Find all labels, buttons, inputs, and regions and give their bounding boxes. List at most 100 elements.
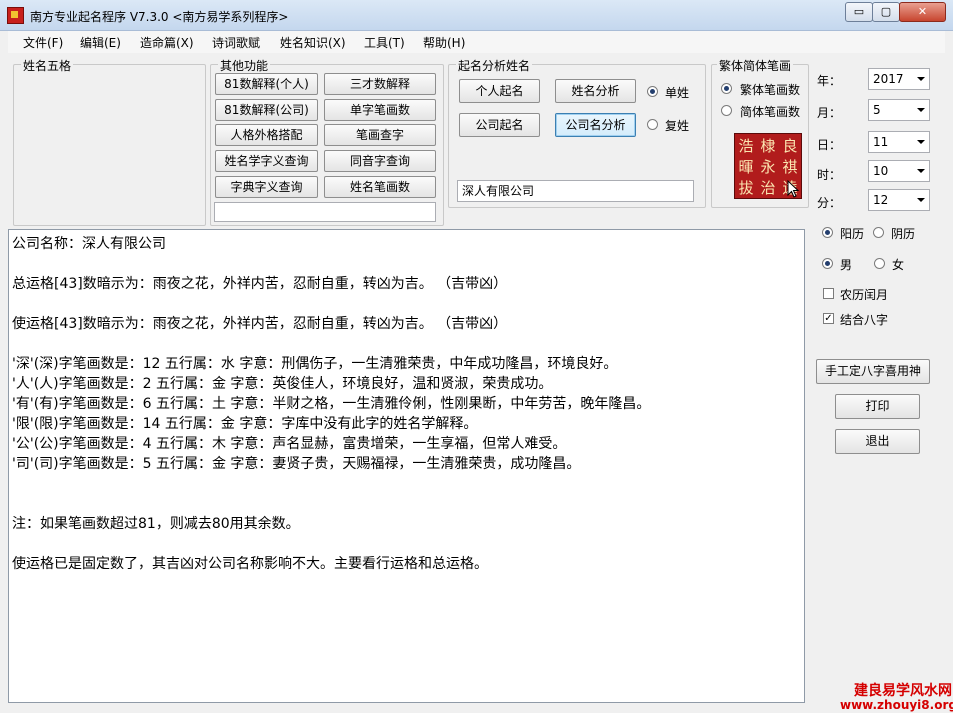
result-text-area[interactable]: 公司名称：深人有限公司 总运格[43]数暗示为：雨夜之花，外祥内苦，忍耐自重，转… [8, 229, 805, 703]
calligraphy-char: 浩 [738, 137, 754, 155]
btn-sancai[interactable]: 三才数解释 [324, 73, 436, 95]
result-line: 注：如果笔画数超过81，则减去80用其余数。 [12, 516, 300, 532]
hour-select[interactable]: 10 [868, 160, 930, 182]
close-button[interactable]: ✕ [899, 2, 946, 22]
traditional-strokes-label: 繁体笔画数 [740, 83, 801, 97]
result-line: '司'(司)字笔画数是：5 五行属：金 字意：妻贤子贵，天赐福禄，一生清雅荣贵，… [12, 456, 581, 472]
name-input[interactable]: 深人有限公司 [457, 180, 694, 202]
lunar-leap-checkbox[interactable] [823, 288, 834, 299]
stroke-type-title: 繁体简体笔画 [717, 57, 794, 74]
menu-file[interactable]: 文件(F) [23, 34, 63, 51]
chevron-down-icon [917, 108, 925, 112]
male-radio[interactable] [822, 258, 833, 269]
menu-help[interactable]: 帮助(H) [423, 34, 465, 51]
combine-bazi-label: 结合八字 [840, 313, 889, 327]
chevron-down-icon [917, 198, 925, 202]
btn-81-company[interactable]: 81数解释(公司) [215, 99, 318, 121]
minute-value: 12 [873, 193, 889, 207]
hour-value: 10 [873, 164, 889, 178]
minimize-button[interactable]: ▭ [845, 2, 873, 22]
day-label: 日： [817, 138, 842, 152]
minute-label: 分： [817, 196, 842, 210]
year-value: 2017 [873, 72, 904, 86]
name-wuge-group [13, 64, 206, 226]
result-line: '公'(公)字笔画数是：4 五行属：木 字意：声名显赫，富贵增荣，一生享福，但常… [12, 436, 567, 452]
name-analysis-button[interactable]: 姓名分析 [555, 79, 636, 103]
calligraphy-char: 拔 [738, 179, 754, 197]
btn-81-personal[interactable]: 81数解释(个人) [215, 73, 318, 95]
chevron-down-icon [917, 77, 925, 81]
btn-name-meaning[interactable]: 姓名学字义查询 [215, 150, 318, 172]
btn-single-char-strokes[interactable]: 单字笔画数 [324, 99, 436, 121]
mouse-cursor-icon [787, 180, 800, 198]
day-value: 11 [873, 135, 889, 149]
compound-surname-radio[interactable] [647, 119, 658, 130]
calligraphy-char: 永 [760, 158, 776, 176]
restore-button[interactable]: ▢ [872, 2, 900, 22]
lunar-calendar-radio[interactable] [873, 227, 884, 238]
btn-renge-waige[interactable]: 人格外格搭配 [215, 124, 318, 146]
company-naming-button[interactable]: 公司起名 [459, 113, 540, 137]
manual-bazi-button[interactable]: 手工定八字喜用神 [816, 359, 930, 384]
menu-poetry[interactable]: 诗词歌赋 [212, 34, 260, 51]
analysis-title: 起名分析姓名 [456, 57, 533, 74]
single-surname-label: 单姓 [665, 86, 690, 100]
solar-calendar-radio[interactable] [822, 227, 833, 238]
watermark-line1: 建良易学风水网 [854, 683, 952, 699]
compound-surname-label: 复姓 [665, 119, 690, 133]
result-line: 总运格[43]数暗示为：雨夜之花，外祥内苦，忍耐自重，转凶为吉。 （吉带凶） [12, 276, 508, 292]
male-label: 男 [840, 258, 853, 272]
calligraphy-char: 良 [782, 137, 798, 155]
traditional-strokes-radio[interactable] [721, 83, 732, 94]
watermark: 建良易学风水网 www.zhouyi8.org [840, 683, 953, 712]
watermark-line2: www.zhouyi8.org [840, 698, 953, 712]
simplified-strokes-label: 简体笔画数 [740, 105, 801, 119]
print-button[interactable]: 打印 [835, 394, 920, 419]
menu-destiny[interactable]: 造命篇(X) [140, 34, 194, 51]
exit-button[interactable]: 退出 [835, 429, 920, 454]
month-value: 5 [873, 103, 881, 117]
btn-name-strokes[interactable]: 姓名笔画数 [324, 176, 436, 198]
month-label: 月： [817, 106, 842, 120]
result-line: '人'(人)字笔画数是：2 五行属：金 字意：英俊佳人，环境良好，温和贤淑，荣贵… [12, 376, 553, 392]
minute-select[interactable]: 12 [868, 189, 930, 211]
year-label: 年： [817, 74, 842, 88]
result-line: '有'(有)字笔画数是：6 五行属：土 字意：半财之格，一生清雅伶俐，性刚果断，… [12, 396, 651, 412]
chevron-down-icon [917, 169, 925, 173]
menu-tools[interactable]: 工具(T) [364, 34, 405, 51]
lunar-calendar-label: 阴历 [891, 227, 916, 241]
result-line: 使运格已是固定数了，其吉凶对公司名称影响不大。主要看行运格和总运格。 [12, 556, 488, 572]
simplified-strokes-radio[interactable] [721, 105, 732, 116]
calligraphy-char: 治 [760, 179, 776, 197]
result-line: 公司名称：深人有限公司 [12, 236, 166, 252]
day-select[interactable]: 11 [868, 131, 930, 153]
btn-dictionary[interactable]: 字典字义查询 [215, 176, 318, 198]
menu-edit[interactable]: 编辑(E) [80, 34, 121, 51]
btn-stroke-lookup[interactable]: 笔画查字 [324, 124, 436, 146]
calligraphy-char: 祺 [782, 158, 798, 176]
other-functions-input[interactable] [214, 202, 436, 222]
personal-naming-button[interactable]: 个人起名 [459, 79, 540, 103]
female-radio[interactable] [874, 258, 885, 269]
calligraphy-char: 棣 [760, 137, 776, 155]
name-wuge-title: 姓名五格 [21, 57, 74, 74]
menu-name-knowledge[interactable]: 姓名知识(X) [280, 34, 346, 51]
single-surname-radio[interactable] [647, 86, 658, 97]
month-select[interactable]: 5 [868, 99, 930, 121]
year-select[interactable]: 2017 [868, 68, 930, 90]
app-icon [7, 7, 24, 24]
hour-label: 时： [817, 168, 842, 182]
lunar-leap-label: 农历闰月 [840, 288, 889, 302]
chevron-down-icon [917, 140, 925, 144]
result-line: '限'(限)字笔画数是：14 五行属：金 字意：字库中没有此字的姓名学解释。 [12, 416, 478, 432]
btn-homophone[interactable]: 同音字查询 [324, 150, 436, 172]
other-functions-title: 其他功能 [218, 57, 271, 74]
window-title: 南方专业起名程序 V7.3.0 <南方易学系列程序> [30, 10, 289, 24]
company-analysis-button[interactable]: 公司名分析 [555, 113, 636, 137]
calligraphy-char: 暉 [738, 158, 754, 176]
female-label: 女 [892, 258, 905, 272]
solar-calendar-label: 阳历 [840, 227, 865, 241]
result-line: '深'(深)字笔画数是：12 五行属：水 字意：刑偶伤子，一生清雅荣贵，中年成功… [12, 356, 618, 372]
combine-bazi-checkbox[interactable]: ✓ [823, 313, 834, 324]
result-line: 使运格[43]数暗示为：雨夜之花，外祥内苦，忍耐自重，转凶为吉。 （吉带凶） [12, 316, 508, 332]
